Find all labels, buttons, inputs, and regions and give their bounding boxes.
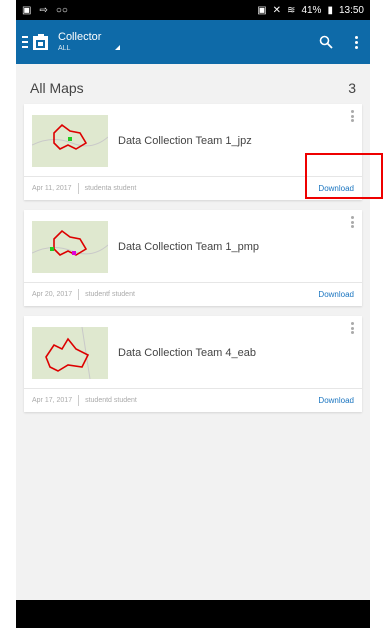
search-icon[interactable] (319, 35, 333, 49)
filter-selector[interactable]: Collector ALL (58, 31, 102, 53)
map-title: Data Collection Team 1_pmp (118, 241, 260, 253)
card-footer: Apr 17, 2017 studentd student Download (24, 388, 362, 412)
divider (78, 289, 80, 300)
screenshot-icon: ▣ (257, 4, 267, 16)
map-thumbnail (32, 221, 108, 273)
dropdown-caret-icon (115, 44, 121, 50)
app-title: Collector (58, 31, 102, 43)
navigation-bar (16, 600, 370, 628)
map-card[interactable]: Data Collection Team 4_eab Apr 17, 2017 … (24, 316, 362, 412)
map-date: Apr 20, 2017 (32, 291, 73, 298)
menu-icon[interactable] (22, 36, 28, 48)
download-button[interactable]: Download (318, 290, 354, 299)
filter-label: ALL (58, 45, 71, 52)
list-header: All Maps 3 (16, 64, 370, 104)
divider (77, 183, 79, 194)
card-overflow-icon[interactable] (351, 216, 354, 228)
map-date: Apr 11, 2017 (32, 185, 72, 192)
cast-icon: ⇨ (39, 4, 48, 16)
map-title: Data Collection Team 4_eab (118, 347, 256, 359)
mute-icon: ✕ (272, 4, 282, 16)
map-owner: studenta student (84, 185, 137, 192)
map-thumbnail (32, 115, 108, 167)
divider (78, 395, 80, 406)
highlight-annotation (305, 153, 383, 199)
wifi-icon: ≋ (287, 4, 296, 16)
map-thumbnail (32, 327, 108, 379)
card-overflow-icon[interactable] (351, 322, 354, 334)
map-date: Apr 17, 2017 (32, 397, 73, 404)
battery-icon: ▮ (327, 4, 333, 16)
list-count: 3 (348, 80, 356, 96)
map-owner: studentf student (85, 291, 135, 298)
list-title: All Maps (30, 80, 84, 96)
voicemail-icon: ○○ (55, 4, 68, 16)
status-bar: ▣ ⇨ ○○ ▣ ✕ ≋ 41% ▮ 13:50 (16, 0, 370, 20)
card-overflow-icon[interactable] (351, 110, 354, 122)
map-owner: studentd student (85, 397, 137, 404)
photo-icon: ▣ (22, 4, 32, 16)
collector-logo-icon (33, 34, 48, 50)
download-button[interactable]: Download (318, 396, 354, 405)
app-bar: Collector ALL (16, 20, 370, 64)
map-title: Data Collection Team 1_jpz (118, 135, 252, 147)
clock: 13:50 (338, 4, 364, 16)
device-screen: ▣ ⇨ ○○ ▣ ✕ ≋ 41% ▮ 13:50 Collector ALL A… (16, 0, 370, 628)
battery-percent: 41% (301, 4, 322, 16)
card-footer: Apr 20, 2017 studentf student Download (24, 282, 362, 306)
map-card[interactable]: Data Collection Team 1_pmp Apr 20, 2017 … (24, 210, 362, 306)
overflow-menu-icon[interactable] (355, 35, 358, 49)
